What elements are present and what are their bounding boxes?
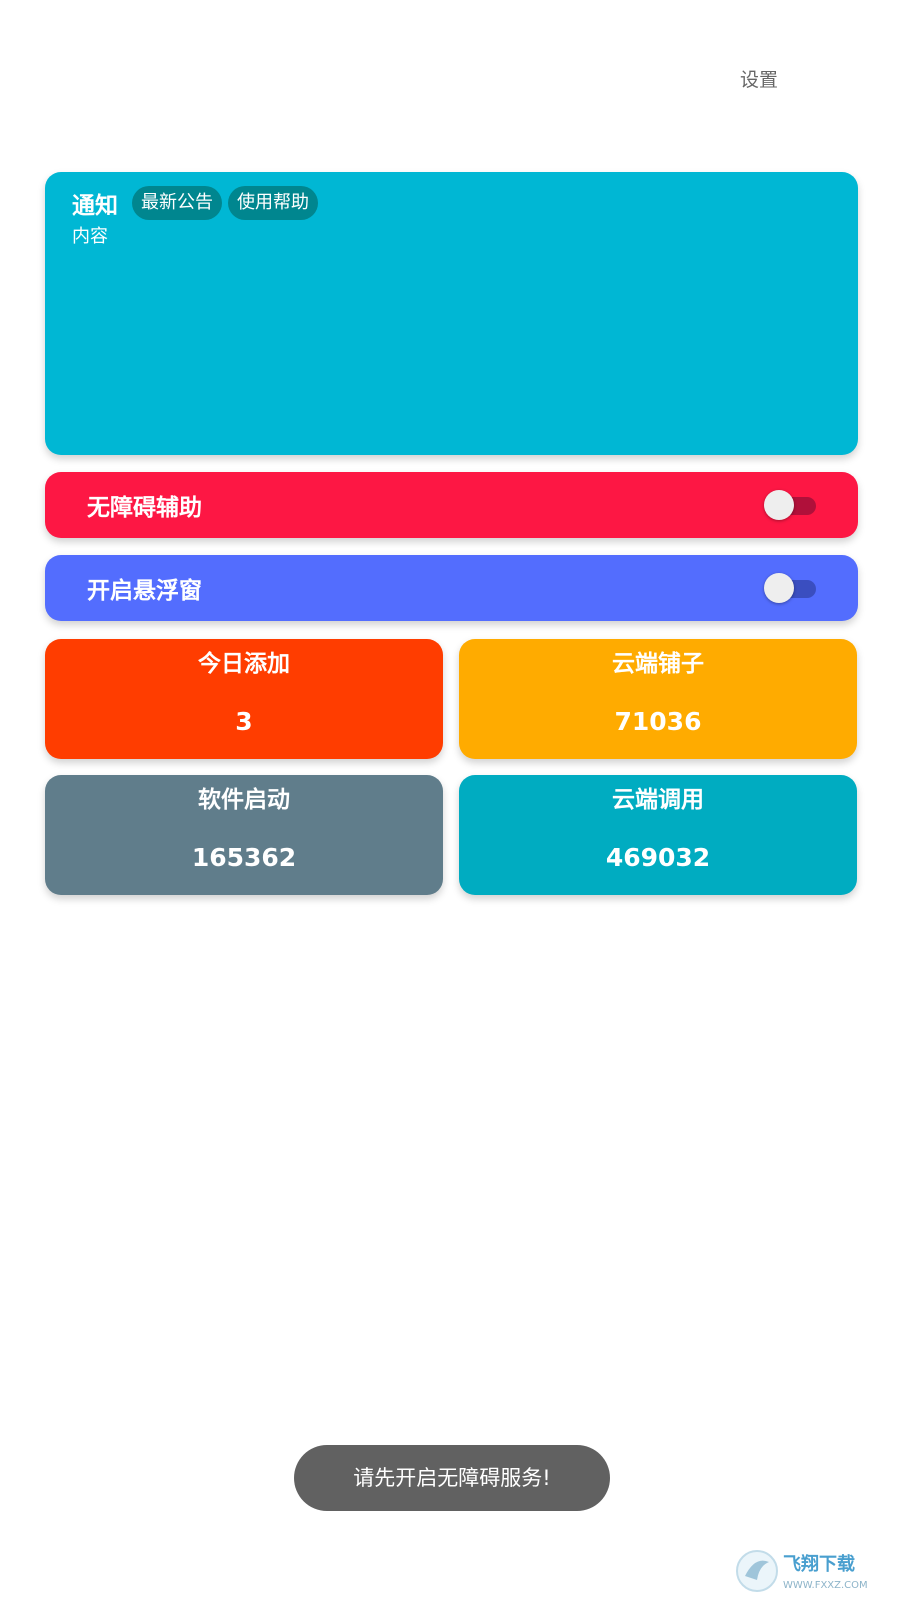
app-screen: 设置 通知 最新公告 使用帮助 内容 无障碍辅助 开启悬浮窗 今日添加 3 云端… bbox=[0, 0, 900, 1600]
stat-value: 165362 bbox=[191, 843, 297, 872]
stat-value: 71036 bbox=[614, 707, 702, 736]
notice-content: 内容 bbox=[72, 226, 108, 247]
watermark-brand: 飞翔下载 bbox=[783, 1553, 855, 1575]
stat-card-cloud-shop[interactable]: 云端铺子 71036 bbox=[459, 639, 857, 759]
stat-card-cloud-calls[interactable]: 云端调用 469032 bbox=[459, 775, 857, 895]
floating-window-toggle-label: 开启悬浮窗 bbox=[87, 578, 202, 604]
watermark-url: WWW.FXXZ.COM bbox=[783, 1580, 868, 1591]
notice-card: 通知 最新公告 使用帮助 内容 bbox=[45, 172, 858, 455]
latest-announcement-chip[interactable]: 最新公告 bbox=[132, 186, 222, 220]
toast-message: 请先开启无障碍服务! bbox=[294, 1445, 610, 1511]
stat-label: 云端铺子 bbox=[612, 651, 704, 677]
floating-window-toggle-row[interactable]: 开启悬浮窗 bbox=[45, 555, 858, 621]
watermark-logo: 飞翔下载 WWW.FXXZ.COM bbox=[736, 1550, 868, 1592]
stat-value: 3 bbox=[235, 707, 253, 736]
stat-card-app-launches[interactable]: 软件启动 165362 bbox=[45, 775, 443, 895]
stat-card-today-added[interactable]: 今日添加 3 bbox=[45, 639, 443, 759]
notice-header: 通知 最新公告 使用帮助 bbox=[72, 186, 831, 220]
switch-thumb bbox=[764, 490, 794, 520]
stat-label: 软件启动 bbox=[198, 787, 290, 813]
floating-window-switch[interactable] bbox=[764, 572, 816, 604]
accessibility-switch[interactable] bbox=[764, 489, 816, 521]
notice-title: 通知 bbox=[72, 193, 118, 219]
stat-value: 469032 bbox=[605, 843, 711, 872]
stat-label: 云端调用 bbox=[612, 787, 704, 813]
accessibility-toggle-row[interactable]: 无障碍辅助 bbox=[45, 472, 858, 538]
settings-button[interactable]: 设置 bbox=[740, 62, 820, 98]
accessibility-toggle-label: 无障碍辅助 bbox=[87, 495, 202, 521]
switch-thumb bbox=[764, 573, 794, 603]
usage-help-chip[interactable]: 使用帮助 bbox=[228, 186, 318, 220]
stat-label: 今日添加 bbox=[198, 651, 290, 677]
